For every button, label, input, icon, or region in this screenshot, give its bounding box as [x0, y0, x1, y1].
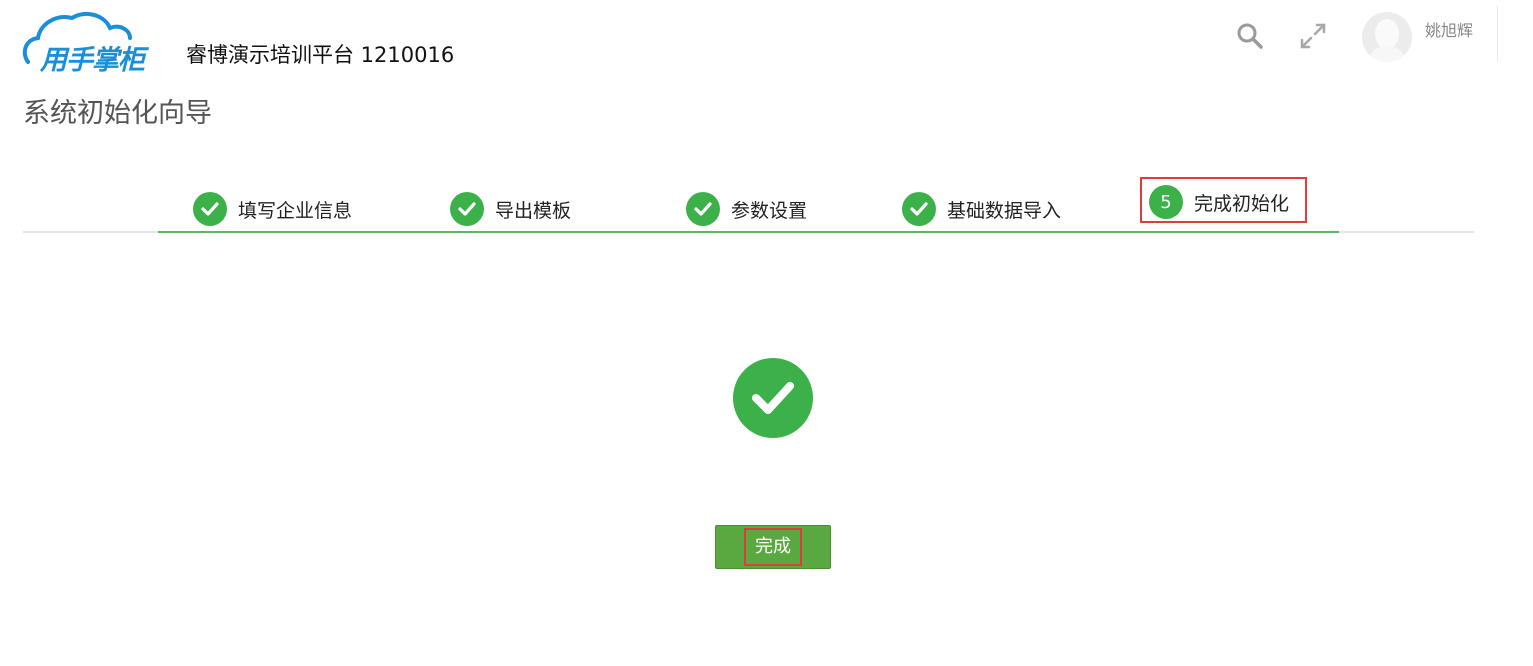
- finish-button[interactable]: 完成: [715, 525, 831, 569]
- step-label: 导出模板: [495, 199, 572, 222]
- steps-progress-bar: [158, 231, 1339, 233]
- platform-name: 睿博演示培训平台 1210016: [186, 43, 455, 67]
- avatar[interactable]: [1362, 12, 1412, 62]
- step-done-check-icon: [902, 192, 936, 226]
- page-title: 系统初始化向导: [23, 98, 212, 129]
- finish-button-label: 完成: [744, 528, 802, 566]
- step-5[interactable]: 5 完成初始化: [1149, 184, 1289, 220]
- step-label: 参数设置: [731, 199, 808, 222]
- step-3[interactable]: 参数设置: [686, 191, 807, 227]
- search-icon: [1237, 23, 1263, 49]
- fullscreen-icon: [1300, 23, 1326, 49]
- step-1[interactable]: 填写企业信息: [193, 191, 352, 227]
- avatar-icon: [1362, 12, 1412, 62]
- step-label: 基础数据导入: [947, 199, 1062, 222]
- step-4[interactable]: 基础数据导入: [902, 191, 1061, 227]
- step-label: 填写企业信息: [238, 199, 353, 222]
- page: 用手掌柜 睿博演示培训平台 1210016 姚旭辉 系统初始化向导 填写企业信息…: [0, 0, 1533, 666]
- user-name[interactable]: 姚旭辉: [1425, 17, 1473, 41]
- brand-logo[interactable]: 用手掌柜: [20, 10, 178, 76]
- step-2[interactable]: 导出模板: [450, 191, 571, 227]
- header-divider: [1497, 6, 1498, 62]
- step-label: 完成初始化: [1194, 192, 1290, 215]
- logo-text: 用手掌柜: [40, 45, 145, 76]
- search-button[interactable]: [1234, 20, 1266, 52]
- check-circle-icon: [733, 358, 813, 438]
- step-number-badge: 5: [1149, 185, 1183, 219]
- step-done-check-icon: [686, 192, 720, 226]
- fullscreen-button[interactable]: [1297, 20, 1329, 52]
- step-done-check-icon: [450, 192, 484, 226]
- step-done-check-icon: [193, 192, 227, 226]
